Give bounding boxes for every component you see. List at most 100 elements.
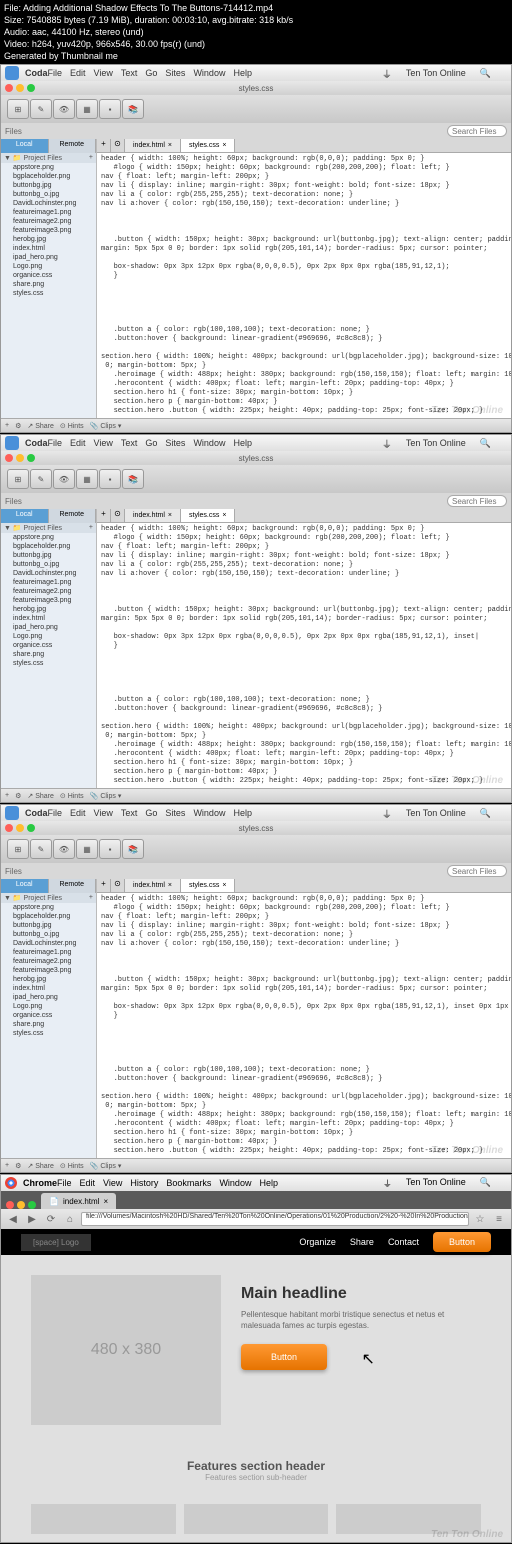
sidebar-tab-local[interactable]: Local [1, 509, 49, 523]
close-tab-icon[interactable]: × [168, 512, 172, 519]
logo-placeholder[interactable]: [space] Logo [21, 1234, 91, 1251]
menu-help[interactable]: Help [233, 68, 252, 78]
menu-edit[interactable]: Edit [80, 1178, 96, 1188]
code-editor[interactable]: header { width: 100%; height: 60px; back… [97, 153, 511, 418]
tool-terminal[interactable]: ▪ [99, 839, 121, 859]
window-titlebar[interactable]: styles.css [1, 451, 511, 465]
minimize-button[interactable] [17, 1201, 25, 1209]
search-input[interactable] [447, 865, 507, 877]
tab-prev-icon[interactable]: + [97, 879, 111, 892]
forward-button[interactable]: ▶ [24, 1212, 40, 1226]
status-settings-icon[interactable]: ⚙ [15, 422, 21, 430]
window-titlebar[interactable]: styles.css [1, 821, 511, 835]
browser-tab[interactable]: 📄 index.html × [41, 1193, 116, 1209]
file-item[interactable]: Logo.png [1, 1002, 96, 1011]
tool-edit[interactable]: ✎ [30, 839, 52, 859]
menu-view[interactable]: View [103, 1178, 122, 1188]
tool-preview[interactable]: 👁 [53, 839, 75, 859]
tool-books[interactable]: 📚 [122, 99, 144, 119]
menu-edit[interactable]: Edit [70, 808, 86, 818]
file-item[interactable]: featureimage3.png [1, 226, 96, 235]
close-tab-icon[interactable]: × [222, 142, 226, 149]
status-settings-icon[interactable]: ⚙ [15, 792, 21, 800]
header-button[interactable]: Button [433, 1232, 491, 1252]
chrome-app-icon[interactable] [5, 1177, 17, 1189]
file-item[interactable]: share.png [1, 280, 96, 289]
file-item[interactable]: herobg.jpg [1, 605, 96, 614]
tab-next-icon[interactable]: ⊙ [111, 509, 125, 522]
file-item[interactable]: styles.css [1, 1029, 96, 1038]
menu-file[interactable]: File [48, 68, 63, 78]
close-tab-icon[interactable]: × [222, 882, 226, 889]
menu-sites[interactable]: Sites [165, 68, 185, 78]
maximize-button[interactable] [27, 84, 35, 92]
status-clips[interactable]: 📎 Clips ▾ [90, 422, 122, 430]
file-item[interactable]: buttonbg.jpg [1, 181, 96, 190]
minimize-button[interactable] [16, 454, 24, 462]
file-item[interactable]: featureimage1.png [1, 578, 96, 587]
menu-bookmarks[interactable]: Bookmarks [166, 1178, 211, 1188]
status-hints[interactable]: ⊙ Hints [60, 422, 84, 430]
status-add-icon[interactable]: + [5, 1162, 9, 1169]
editor-tab-index[interactable]: index.html× [125, 139, 181, 152]
file-item[interactable]: bgplaceholder.png [1, 172, 96, 181]
editor-tab-index[interactable]: index.html× [125, 879, 181, 892]
sidebar-tab-local[interactable]: Local [1, 139, 49, 153]
file-item[interactable]: buttonbg_o.jpg [1, 190, 96, 199]
menu-go[interactable]: Go [145, 808, 157, 818]
close-button[interactable] [5, 824, 13, 832]
file-item[interactable]: featureimage3.png [1, 966, 96, 975]
close-button[interactable] [5, 454, 13, 462]
coda-app-icon[interactable] [5, 806, 19, 820]
menu-history[interactable]: History [130, 1178, 158, 1188]
file-item[interactable]: buttonbg_o.jpg [1, 560, 96, 569]
add-file-icon[interactable]: + [89, 524, 93, 532]
file-item[interactable]: styles.css [1, 659, 96, 668]
menu-help[interactable]: Help [233, 438, 252, 448]
tool-css[interactable]: ▦ [76, 99, 98, 119]
spotlight-icon[interactable]: 🔍 [480, 68, 491, 79]
tool-preview[interactable]: 👁 [53, 99, 75, 119]
search-input[interactable] [447, 125, 507, 137]
status-share[interactable]: ↗ Share [27, 792, 54, 800]
tool-sites[interactable]: ⊞ [7, 469, 29, 489]
home-button[interactable]: ⌂ [62, 1212, 78, 1226]
file-item[interactable]: herobg.jpg [1, 975, 96, 984]
wifi-icon[interactable]: ⏚ [382, 436, 392, 451]
status-add-icon[interactable]: + [5, 792, 9, 799]
file-item[interactable]: ipad_hero.png [1, 623, 96, 632]
status-settings-icon[interactable]: ⚙ [15, 1162, 21, 1170]
file-item[interactable]: buttonbg.jpg [1, 921, 96, 930]
spotlight-icon[interactable]: 🔍 [480, 808, 491, 819]
menu-view[interactable]: View [94, 438, 113, 448]
nav-contact[interactable]: Contact [388, 1237, 419, 1247]
tool-books[interactable]: 📚 [122, 469, 144, 489]
wifi-icon[interactable]: ⏚ [383, 1177, 392, 1190]
add-file-icon[interactable]: + [89, 894, 93, 902]
tool-terminal[interactable]: ▪ [99, 99, 121, 119]
file-item[interactable]: organice.css [1, 271, 96, 280]
url-input[interactable]: file:///Volumes/Macintosh%20HD/Shared/Te… [81, 1212, 469, 1226]
menu-edit[interactable]: Edit [70, 438, 86, 448]
file-item[interactable]: Logo.png [1, 262, 96, 271]
file-item[interactable]: featureimage1.png [1, 948, 96, 957]
status-add-icon[interactable]: + [5, 422, 9, 429]
file-item[interactable]: index.html [1, 244, 96, 253]
file-item[interactable]: bgplaceholder.png [1, 542, 96, 551]
close-button[interactable] [5, 84, 13, 92]
menu-sites[interactable]: Sites [165, 438, 185, 448]
sidebar-tab-local[interactable]: Local [1, 879, 49, 893]
minimize-button[interactable] [16, 84, 24, 92]
code-editor[interactable]: header { width: 100%; height: 60px; back… [97, 523, 511, 788]
menu-file[interactable]: File [48, 438, 63, 448]
tab-next-icon[interactable]: ⊙ [111, 139, 125, 152]
add-file-icon[interactable]: + [89, 154, 93, 162]
app-name[interactable]: Coda [25, 808, 48, 818]
status-hints[interactable]: ⊙ Hints [60, 1162, 84, 1170]
editor-tab-styles[interactable]: styles.css× [181, 879, 235, 892]
file-item[interactable]: featureimage2.png [1, 587, 96, 596]
menu-window[interactable]: Window [193, 68, 225, 78]
tool-sites[interactable]: ⊞ [7, 839, 29, 859]
menu-text[interactable]: Text [121, 68, 138, 78]
maximize-button[interactable] [28, 1201, 36, 1209]
